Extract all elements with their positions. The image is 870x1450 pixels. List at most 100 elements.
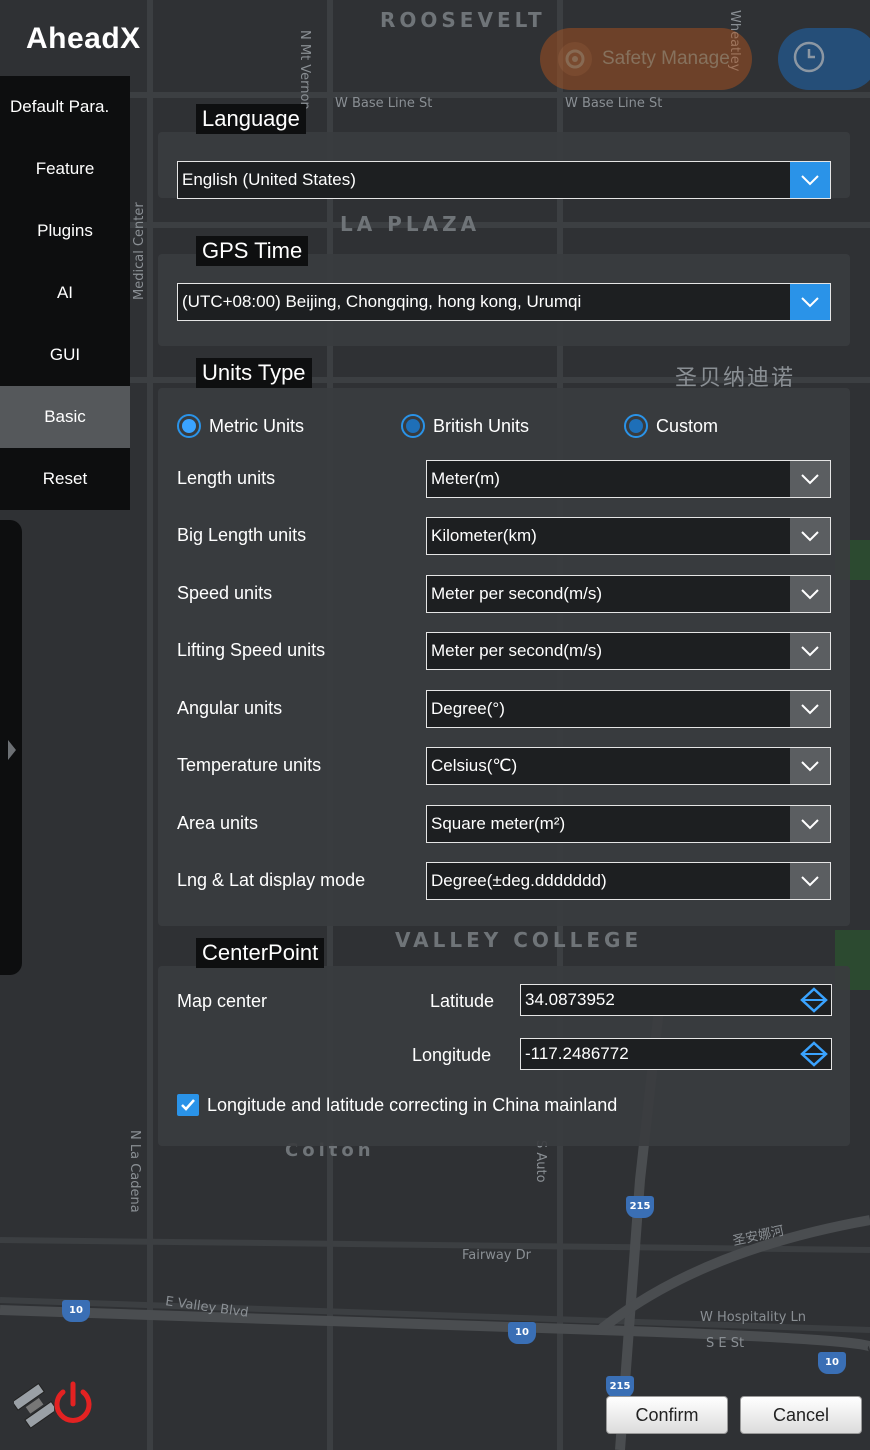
language-select[interactable]: English (United States) [177,161,831,199]
map-label-mt-vernon: N Mt Vernon [297,30,312,110]
map-label-s-auto: S Auto [533,1140,548,1183]
settings-sidebar: Default Para. Feature Plugins AI GUI Bas… [0,76,130,510]
speed-units-label: Speed units [177,583,273,603]
chevron-down-icon[interactable] [790,461,830,497]
language-value: English (United States) [182,170,356,189]
radio-label: Custom [656,415,719,436]
sidebar-item-label: Plugins [37,221,93,240]
map-label-medical: Medical Center [132,202,147,300]
big-length-units-label: Big Length units [177,525,307,545]
length-units-select[interactable]: Meter(m) [426,460,831,498]
area-units-select[interactable]: Square meter(m²) [426,805,831,843]
angular-units-label: Angular units [177,698,283,718]
select-value: Meter(m) [431,469,500,488]
chevron-down-icon[interactable] [790,691,830,727]
gps-time-title: GPS Time [196,236,309,266]
latitude-input[interactable]: 34.0873952 [520,984,832,1016]
map-label-hospitality: W Hospitality Ln [700,1310,807,1325]
map-label-fairway: Fairway Dr [462,1248,531,1263]
safety-icon [558,42,592,76]
lnglat-mode-label: Lng & Lat display mode [177,870,366,890]
longitude-value: -117.2486772 [525,1044,629,1063]
radio-british-units[interactable]: British Units [401,414,529,438]
spin-icon[interactable] [797,1039,831,1069]
map-label-base-line: W Base Line St [565,96,663,111]
radio-custom[interactable]: Custom [624,414,718,438]
app-logo: AheadX [26,22,141,55]
map-label-base-line: W Base Line St [335,96,433,111]
power-icon [54,1381,92,1423]
chevron-down-icon[interactable] [790,633,830,669]
longitude-input[interactable]: -117.2486772 [520,1038,832,1070]
highway-shield: 215 [606,1376,634,1398]
select-value: Kilometer(km) [431,526,537,545]
longitude-label: Longitude [412,1045,492,1065]
map-label-e-st: S E St [706,1336,745,1351]
chevron-down-icon[interactable] [790,748,830,784]
chevron-down-icon[interactable] [790,863,830,899]
language-title: Language [196,104,306,134]
sidebar-item-label: Default Para. [10,97,110,116]
sidebar-item-gui[interactable]: GUI [0,324,130,386]
latitude-value: 34.0873952 [525,990,615,1009]
select-value: Meter per second(m/s) [431,641,602,660]
confirm-button[interactable]: Confirm [606,1396,728,1434]
temperature-units-select[interactable]: Celsius(℃) [426,747,831,785]
select-value: Degree(°) [431,699,505,718]
lnglat-mode-select[interactable]: Degree(±deg.ddddddd) [426,862,831,900]
radio-metric-units[interactable]: Metric Units [177,414,304,438]
cancel-button[interactable]: Cancel [740,1396,862,1434]
chevron-down-icon[interactable] [790,162,830,198]
angular-units-select[interactable]: Degree(°) [426,690,831,728]
clock-icon [792,40,826,78]
sidebar-item-label: AI [56,283,74,302]
select-value: Square meter(m²) [431,814,566,833]
checkmark-icon [177,1094,199,1116]
map-label-la-plaza: LA PLAZA [340,212,481,236]
sidebar-item-plugins[interactable]: Plugins [0,200,130,262]
highway-shield: 10 [62,1300,90,1322]
radio-label: Metric Units [209,415,305,436]
temperature-units-label: Temperature units [177,755,322,775]
checkbox-label: Longitude and latitude correcting in Chi… [207,1094,618,1115]
map-label-valley-college: VALLEY COLLEGE [395,928,643,952]
chevron-down-icon[interactable] [790,806,830,842]
chevron-down-icon[interactable] [790,284,830,320]
big-length-units-select[interactable]: Kilometer(km) [426,517,831,555]
center-point-title: CenterPoint [196,938,325,968]
sidebar-item-default-para[interactable]: Default Para. [0,76,130,138]
china-correcting-checkbox[interactable]: Longitude and latitude correcting in Chi… [177,1094,617,1116]
sidebar-item-label: GUI [49,345,81,364]
select-value: Meter per second(m/s) [431,584,602,603]
safety-manage-button[interactable]: Safety Manage [540,28,752,90]
select-value: Degree(±deg.ddddddd) [431,871,607,890]
power-button[interactable] [48,1378,98,1428]
chevron-down-icon[interactable] [790,518,830,554]
highway-shield: 10 [508,1322,536,1344]
select-value: Celsius(℃) [431,756,518,775]
sidebar-item-label: Feature [35,159,95,178]
sidebar-item-ai[interactable]: AI [0,262,130,324]
time-button[interactable] [778,28,870,90]
length-units-label: Length units [177,468,276,488]
map-label-la-cadena: N La Cadena [127,1130,142,1213]
sidebar-item-reset[interactable]: Reset [0,448,130,510]
map-label-roosevelt: ROOSEVELT [380,8,546,32]
latitude-label: Latitude [430,991,495,1011]
lifting-speed-units-select[interactable]: Meter per second(m/s) [426,632,831,670]
spin-icon[interactable] [797,985,831,1015]
sidebar-item-basic[interactable]: Basic [0,386,130,448]
expand-arrow-icon[interactable] [8,740,16,760]
highway-shield: 215 [626,1196,654,1218]
sidebar-item-label: Reset [42,469,88,488]
radio-label: British Units [433,415,530,436]
speed-units-select[interactable]: Meter per second(m/s) [426,575,831,613]
chevron-down-icon[interactable] [790,576,830,612]
safety-manage-label: Safety Manage [602,48,730,69]
area-units-label: Area units [177,813,259,833]
sidebar-item-feature[interactable]: Feature [0,138,130,200]
units-title: Units Type [196,358,312,388]
lifting-speed-units-label: Lifting Speed units [177,640,326,660]
timezone-select[interactable]: (UTC+08:00) Beijing, Chongqing, hong kon… [177,283,831,321]
radio-icon [624,414,648,438]
